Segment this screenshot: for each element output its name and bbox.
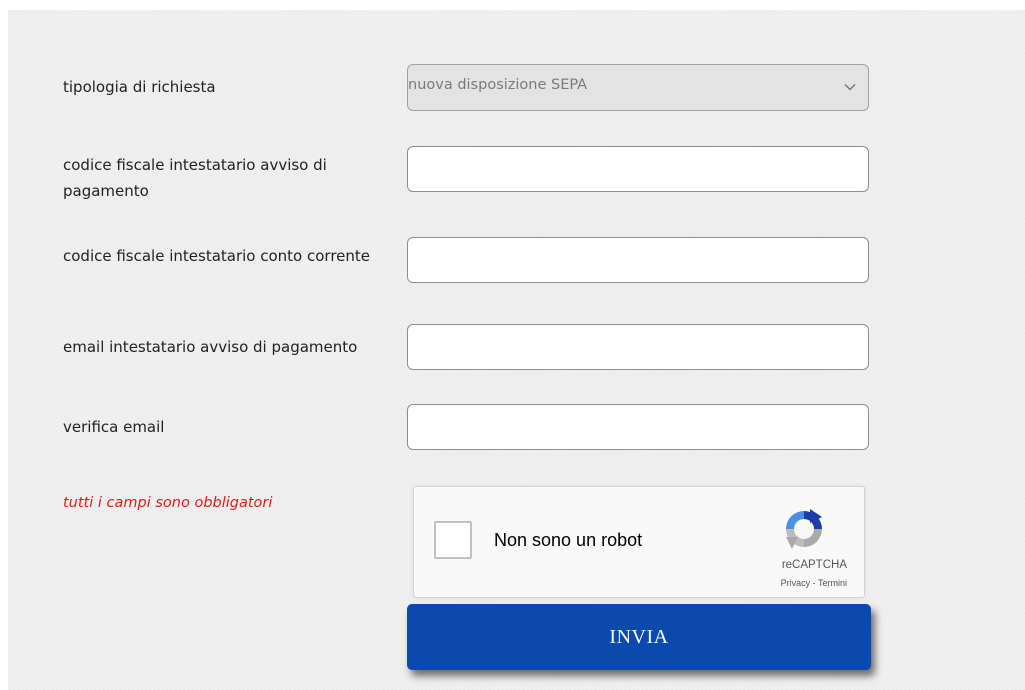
request-type-select[interactable]: nuova disposizione SEPA <box>407 64 869 111</box>
recaptcha-logo-icon <box>786 509 822 549</box>
form-panel: tipologia di richiesta nuova disposizion… <box>8 10 1025 690</box>
verify-email-label: verifica email <box>63 418 165 436</box>
captcha-privacy-link[interactable]: Privacy <box>781 578 811 588</box>
captcha-label: Non sono un robot <box>494 530 643 550</box>
chevron-down-icon <box>844 83 856 91</box>
account-holder-tax-code-input[interactable] <box>407 237 869 283</box>
payer-tax-code-input[interactable] <box>407 146 869 192</box>
recaptcha-widget: Non sono un robot reCAPTCHA Privacy - Te… <box>413 486 865 598</box>
request-type-value: nuova disposizione SEPA <box>408 77 588 93</box>
verify-email-input[interactable] <box>407 404 869 450</box>
payer-email-label: email intestatario avviso di pagamento <box>63 338 358 356</box>
captcha-link-separator: - <box>810 578 818 588</box>
payer-email-input[interactable] <box>407 324 869 370</box>
captcha-checkbox[interactable] <box>434 521 472 559</box>
required-fields-note: tutti i campi sono obbligatori <box>63 495 273 511</box>
captcha-links: Privacy - Termini <box>781 578 847 588</box>
payer-tax-code-label: codice fiscale intestatario avviso di pa… <box>63 156 327 200</box>
captcha-brand: reCAPTCHA <box>781 559 847 571</box>
account-holder-tax-code-label: codice fiscale intestatario conto corren… <box>63 247 371 265</box>
captcha-terms-link[interactable]: Termini <box>818 578 847 588</box>
request-type-label: tipologia di richiesta <box>63 78 216 96</box>
submit-button[interactable]: INVIA <box>407 604 871 670</box>
